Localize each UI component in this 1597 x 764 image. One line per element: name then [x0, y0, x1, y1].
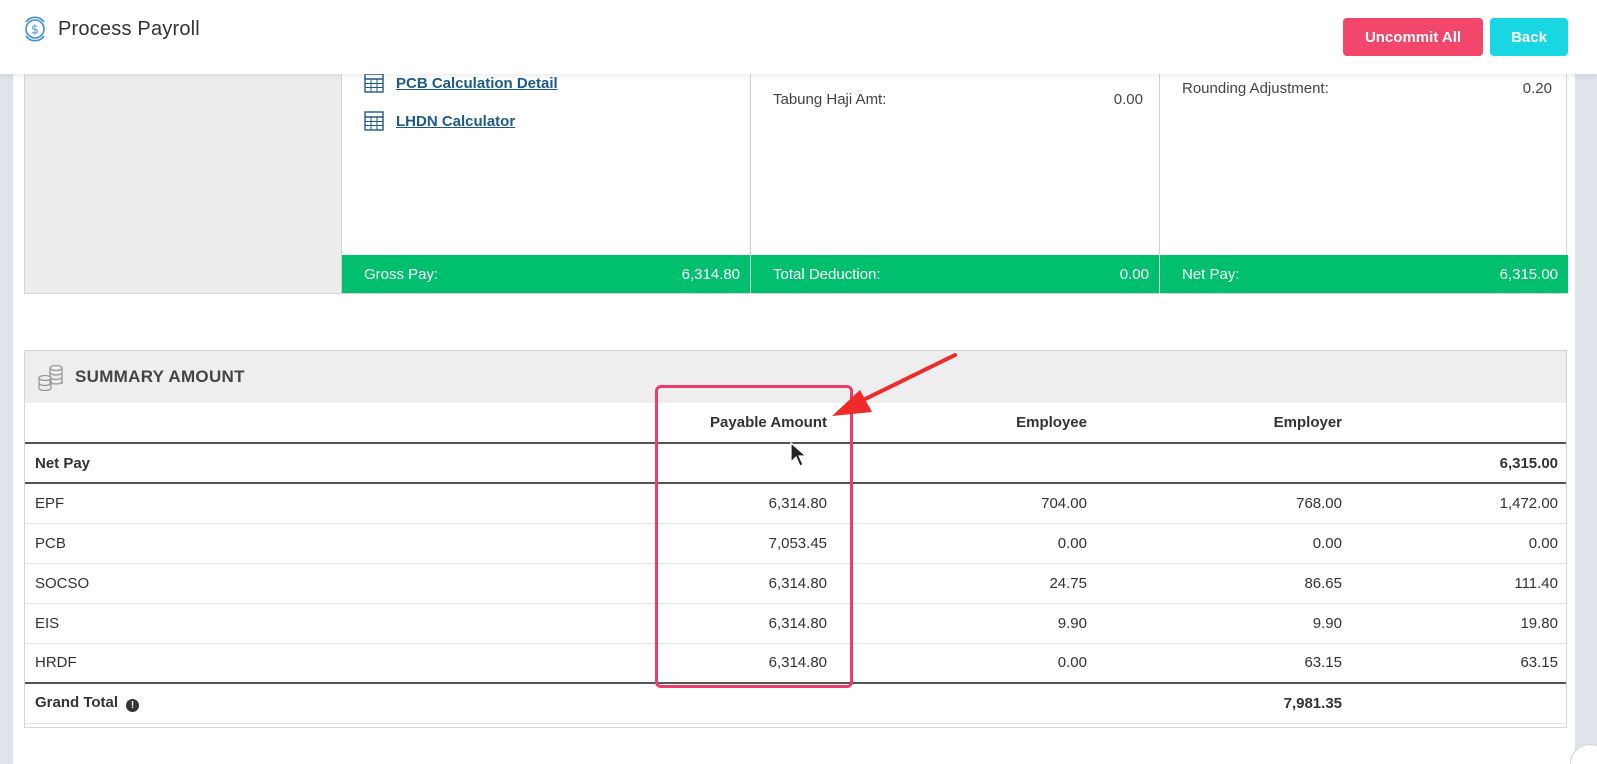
row-total: 111.40: [1342, 563, 1566, 604]
pcb-calculation-link-row[interactable]: PCB Calculation Detail: [364, 73, 558, 93]
row-total: 6,315.00: [1342, 443, 1566, 484]
row-employer: 768.00: [1087, 483, 1342, 524]
row-employer: 9.90: [1087, 603, 1342, 644]
annotation-arrow-icon: [832, 353, 957, 416]
coins-icon: [38, 364, 63, 391]
tabung-haji-value: 0.00: [1113, 91, 1143, 108]
row-label: EIS: [25, 603, 677, 644]
right-gutter: [1575, 0, 1597, 764]
cell-empty: [827, 683, 1087, 724]
tabung-haji-row: Tabung Haji Amt: 0.00: [773, 91, 1143, 108]
page-header: $ Process Payroll: [22, 16, 200, 42]
rounding-adjustment-row: Rounding Adjustment: 0.20: [1182, 80, 1552, 97]
lhdn-calculator-link-row[interactable]: LHDN Calculator: [364, 111, 515, 131]
grand-total-label: Grand Total: [35, 694, 119, 712]
row-label: PCB: [25, 523, 677, 564]
cell-empty: [827, 443, 1087, 484]
header-total: [1342, 403, 1566, 444]
total-deduction-label: Total Deduction:: [773, 265, 881, 283]
row-label: SOCSO: [25, 563, 677, 604]
row-employee: 24.75: [827, 563, 1087, 604]
deductions-column: Tabung Haji Amt: 0.00 Total Deduction: 0…: [751, 61, 1160, 293]
payable-amount-highlight-box: [655, 385, 853, 688]
row-employer: 86.65: [1087, 563, 1342, 604]
calculator-icon: [364, 111, 384, 131]
net-pay-value: 6,315.00: [1499, 265, 1558, 283]
earnings-column: PCB Calculation Detail LHDN Calculator G…: [342, 61, 751, 293]
header-employer: Employer: [1087, 403, 1342, 444]
net-pay-bar: Net Pay: 6,315.00: [1160, 255, 1568, 293]
page-title: Process Payroll: [58, 17, 200, 40]
row-label: Net Pay: [25, 443, 677, 484]
row-employer: 0.00: [1087, 523, 1342, 564]
grand-total-row: Grand Total! 7,981.35: [25, 683, 1566, 724]
header-blank: [25, 403, 677, 444]
back-button[interactable]: Back: [1490, 18, 1568, 56]
row-label: HRDF: [25, 643, 677, 684]
tabung-haji-label: Tabung Haji Amt:: [773, 91, 887, 108]
cell-empty: [1342, 683, 1566, 724]
employee-panel: [25, 61, 342, 293]
row-total: 63.15: [1342, 643, 1566, 684]
row-employee: 0.00: [827, 643, 1087, 684]
calculator-icon: [364, 73, 384, 93]
row-employee: 9.90: [827, 603, 1087, 644]
gross-pay-label: Gross Pay:: [364, 265, 439, 283]
left-gutter: [0, 0, 13, 764]
row-total: 19.80: [1342, 603, 1566, 644]
total-deduction-value: 0.00: [1119, 265, 1149, 283]
pcb-calculation-detail-link[interactable]: PCB Calculation Detail: [396, 75, 558, 92]
uncommit-all-button[interactable]: Uncommit All: [1343, 18, 1483, 56]
gross-pay-bar: Gross Pay: 6,314.80: [342, 255, 750, 293]
row-employer: 63.15: [1087, 643, 1342, 684]
grand-total-employer: 7,981.35: [1087, 683, 1342, 724]
svg-text:$: $: [31, 23, 39, 37]
rounding-adjustment-value: 0.20: [1522, 80, 1552, 97]
row-label: EPF: [25, 483, 677, 524]
row-total: 0.00: [1342, 523, 1566, 564]
summary-title: SUMMARY AMOUNT: [75, 367, 245, 386]
cell-empty: [677, 683, 827, 724]
row-total: 1,472.00: [1342, 483, 1566, 524]
net-pay-label: Net Pay:: [1182, 265, 1240, 283]
lhdn-calculator-link[interactable]: LHDN Calculator: [396, 113, 515, 130]
row-employee: 0.00: [827, 523, 1087, 564]
total-deduction-bar: Total Deduction: 0.00: [751, 255, 1159, 293]
gross-pay-value: 6,314.80: [681, 265, 740, 283]
rounding-adjustment-label: Rounding Adjustment:: [1182, 80, 1329, 97]
cell-empty: [1087, 443, 1342, 484]
payroll-detail-card: PCB Calculation Detail LHDN Calculator G…: [24, 60, 1568, 294]
mouse-cursor-icon: [790, 442, 808, 467]
row-employee: 704.00: [827, 483, 1087, 524]
grand-total-label-cell: Grand Total!: [25, 683, 677, 724]
top-bar: $ Process Payroll Uncommit All Back: [0, 0, 1597, 74]
payroll-cycle-icon: $: [25, 16, 45, 42]
netpay-column: Rounding Adjustment: 0.20 Net Pay: 6,315…: [1160, 61, 1568, 293]
info-icon[interactable]: !: [126, 699, 140, 713]
